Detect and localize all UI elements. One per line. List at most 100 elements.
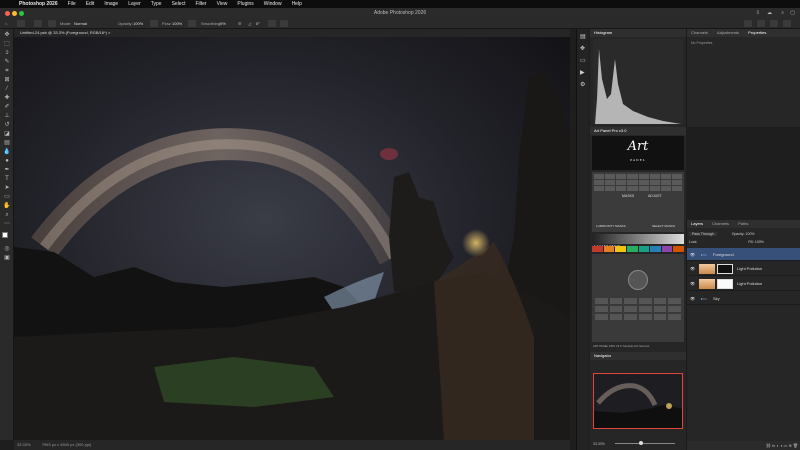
art-button[interactable] — [609, 298, 623, 304]
stamp-icon[interactable]: ⊥ — [3, 113, 11, 119]
path-select-icon[interactable]: ➤ — [3, 185, 11, 191]
layer-opacity-field[interactable]: 100% — [746, 232, 755, 236]
swatch-orange[interactable] — [603, 246, 615, 252]
dodge-icon[interactable]: ● — [3, 158, 11, 164]
status-doc-info[interactable]: 7993 px x 4500 px (300 ppi) — [42, 442, 92, 447]
art-button[interactable] — [605, 180, 616, 185]
airbrush-icon[interactable] — [188, 20, 196, 27]
workspace-icon[interactable]: ▢ — [790, 8, 795, 18]
art-button[interactable] — [605, 174, 616, 179]
brush-panel-icon[interactable] — [48, 20, 56, 27]
art-gradient-strip[interactable]: 1 2 3 4 5 6 7 8 9 10 — [592, 234, 684, 248]
search-icon[interactable]: ⌕ — [781, 8, 784, 18]
close-window-button[interactable] — [5, 11, 10, 16]
symmetry-icon[interactable] — [280, 20, 288, 27]
art-button[interactable] — [671, 174, 682, 179]
art-button[interactable] — [639, 314, 652, 320]
smoothing-options-icon[interactable]: ⚙ — [238, 18, 242, 29]
menu-app[interactable]: Photoshop 2026 — [14, 0, 63, 8]
art-button[interactable] — [595, 298, 608, 304]
angle-field[interactable]: 0° — [256, 18, 260, 29]
healing-icon[interactable]: ✚ — [3, 95, 11, 101]
art-button[interactable] — [594, 180, 605, 185]
glyphs-panel-icon[interactable]: ⚙ — [580, 81, 585, 88]
angle-icon[interactable]: ◿ — [248, 18, 251, 29]
art-button[interactable] — [671, 186, 682, 191]
delete-layer-icon[interactable]: 🗑 — [793, 443, 798, 448]
adjustment-layer-icon[interactable]: ◑ — [780, 443, 782, 448]
tab-adjustments[interactable]: Adjustments — [713, 30, 743, 35]
screen-mode-icon[interactable]: ▣ — [3, 255, 11, 261]
mode-select[interactable]: Normal — [74, 18, 87, 29]
art-button[interactable] — [660, 180, 671, 185]
art-button[interactable] — [594, 186, 605, 191]
art-button[interactable] — [668, 306, 681, 312]
canvas-area[interactable] — [14, 37, 570, 440]
search-help-icon[interactable] — [757, 20, 765, 27]
history-brush-icon[interactable]: ↺ — [3, 122, 11, 128]
menu-help[interactable]: Help — [287, 0, 307, 8]
art-button[interactable] — [639, 306, 652, 312]
hand-icon[interactable]: ✋ — [3, 203, 11, 209]
tab-channels[interactable]: Channels — [687, 30, 712, 35]
fill-field[interactable]: 100% — [755, 240, 764, 244]
tab-paths[interactable]: Paths — [734, 221, 752, 226]
history-panel-icon[interactable]: ▤ — [580, 33, 586, 40]
more-tools-icon[interactable]: ⋯ — [3, 221, 11, 227]
visibility-eye-icon[interactable]: 👁 — [690, 296, 695, 301]
art-button[interactable] — [649, 174, 660, 179]
tab-properties[interactable]: Properties — [744, 30, 770, 35]
tab-channels-2[interactable]: Channels — [708, 221, 733, 226]
pen-icon[interactable]: ✒ — [3, 167, 11, 173]
type-icon[interactable]: T — [3, 176, 11, 182]
art-button[interactable] — [653, 298, 667, 304]
move-icon[interactable]: ✥ — [3, 32, 11, 38]
share-doc-icon[interactable] — [744, 20, 752, 27]
properties-panel-icon[interactable]: ✥ — [580, 45, 585, 52]
art-button[interactable] — [660, 174, 671, 179]
new-layer-icon[interactable]: ⊕ — [788, 443, 791, 448]
menu-view[interactable]: View — [212, 0, 233, 8]
document-tab[interactable]: Untitled-24.psb @ 33.3% (Foreground, RGB… — [14, 29, 570, 37]
zoom-window-button[interactable] — [19, 11, 24, 16]
visibility-eye-icon[interactable]: 👁 — [690, 252, 695, 257]
crop-icon[interactable]: ⌗ — [3, 68, 11, 74]
menu-layer[interactable]: Layer — [123, 0, 146, 8]
art-button[interactable] — [616, 174, 627, 179]
home-icon[interactable]: ⌂ — [5, 18, 7, 29]
menu-edit[interactable]: Edit — [81, 0, 100, 8]
art-button[interactable] — [653, 306, 667, 312]
art-button[interactable] — [605, 186, 616, 191]
menu-plugins[interactable]: Plugins — [232, 0, 258, 8]
layer-row[interactable]: 👁 Light Pollution — [687, 262, 800, 276]
art-button[interactable] — [638, 186, 649, 191]
swatch-yellow[interactable] — [615, 246, 626, 252]
menu-filter[interactable]: Filter — [190, 0, 211, 8]
navigator-thumbnail[interactable] — [593, 373, 683, 429]
art-button[interactable] — [660, 186, 671, 191]
art-button[interactable] — [616, 180, 627, 185]
art-button[interactable] — [638, 180, 649, 185]
apple-menu-icon[interactable] — [4, 0, 14, 8]
brush-preset-icon[interactable] — [17, 20, 25, 27]
flow-field[interactable]: 100% — [172, 18, 182, 29]
pressure-size-icon[interactable] — [268, 20, 276, 27]
collapse-panels-icon[interactable] — [783, 20, 791, 27]
art-button[interactable] — [668, 298, 681, 304]
layer-name[interactable]: Foreground — [713, 252, 734, 257]
art-new-button[interactable] — [628, 270, 648, 290]
swatch-blue[interactable] — [650, 246, 661, 252]
eyedropper-icon[interactable]: ⁄ — [3, 86, 11, 92]
art-button[interactable] — [609, 314, 623, 320]
navigator-zoom-handle[interactable] — [639, 441, 643, 445]
lasso-icon[interactable]: ↄ — [3, 50, 11, 56]
tab-histogram[interactable]: Histogram — [590, 30, 616, 35]
status-zoom[interactable]: 33.33% — [17, 442, 31, 447]
art-button[interactable] — [627, 174, 638, 179]
swatch-purple[interactable] — [661, 246, 673, 252]
add-mask-icon[interactable]: ◐ — [776, 443, 778, 448]
art-button[interactable] — [638, 174, 649, 179]
actions-panel-icon[interactable]: ▶ — [580, 69, 585, 76]
new-group-icon[interactable]: ▭ — [784, 443, 788, 448]
visibility-eye-icon[interactable]: 👁 — [690, 281, 695, 286]
